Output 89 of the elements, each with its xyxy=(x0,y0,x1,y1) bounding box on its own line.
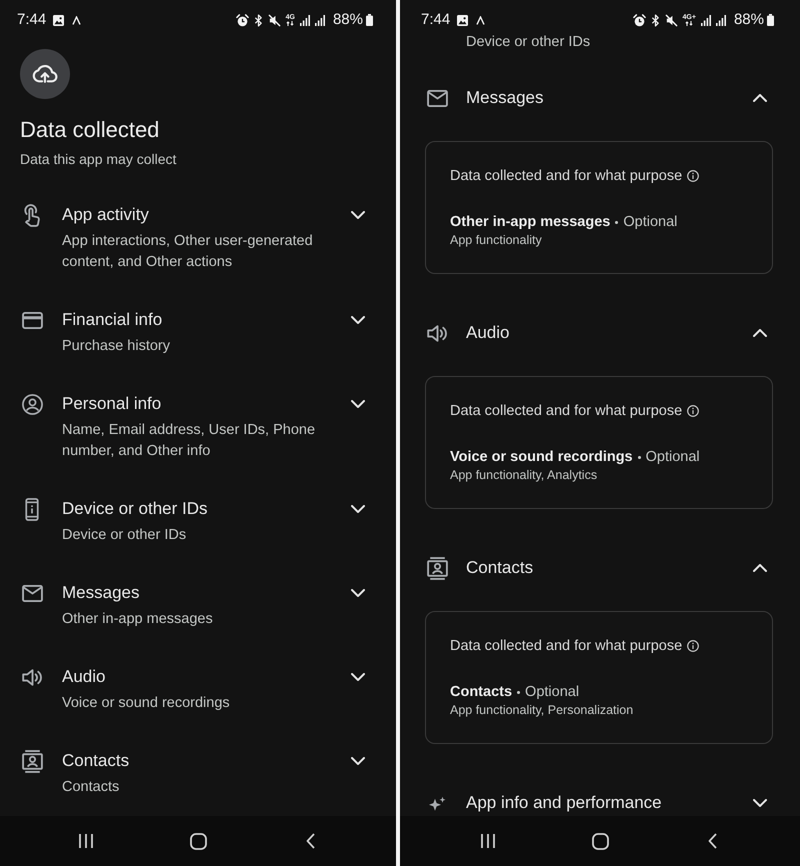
requirement-label: Optional xyxy=(646,448,700,467)
purpose-list: App functionality xyxy=(450,232,748,249)
data-arrows-icon xyxy=(286,21,294,26)
requirement-label: Optional xyxy=(525,683,580,702)
data-arrows-icon xyxy=(685,21,694,26)
card-heading: Data collected and for what purpose xyxy=(450,637,682,656)
category-description: App interactions, Other user-generated content, and Other actions xyxy=(62,232,314,272)
speaker-icon xyxy=(427,324,447,342)
category-title[interactable]: App activity xyxy=(62,202,328,228)
category-description: Device or other IDs xyxy=(465,33,592,52)
chevron-down-icon[interactable] xyxy=(351,505,365,513)
chevron-down-icon[interactable] xyxy=(351,400,365,408)
image-icon xyxy=(53,14,64,26)
phone-info-icon xyxy=(25,498,39,520)
speaker-icon xyxy=(22,668,42,686)
alarm-clock-icon xyxy=(236,14,249,26)
category-title[interactable]: Personal info xyxy=(62,391,328,417)
category-description: Other in-app messages xyxy=(62,610,214,629)
clock-time: 7:44 xyxy=(421,10,450,30)
chevron-down-icon[interactable] xyxy=(351,211,365,219)
back-icon[interactable] xyxy=(306,833,314,849)
category-title[interactable]: Audio xyxy=(466,322,731,344)
alarm-clock-icon xyxy=(632,14,646,26)
requirement-label: Optional xyxy=(623,213,678,232)
muted-speaker-icon xyxy=(268,14,281,26)
chevron-up-icon[interactable] xyxy=(753,564,767,572)
info-icon[interactable] xyxy=(687,405,700,417)
person-circle-icon xyxy=(22,394,42,414)
category-title[interactable]: Financial info xyxy=(62,307,328,333)
page-subtitle: Data this app may collect xyxy=(20,150,178,169)
chevron-down-icon[interactable] xyxy=(351,673,365,681)
chevron-down-icon[interactable] xyxy=(351,589,365,597)
signal-icon xyxy=(700,14,711,26)
info-icon[interactable] xyxy=(687,640,700,652)
info-icon[interactable] xyxy=(687,170,700,182)
category-title[interactable]: Messages xyxy=(62,580,328,606)
recent-apps-icon[interactable] xyxy=(480,833,496,849)
bluetooth-icon xyxy=(254,14,263,26)
chevron-down-icon[interactable] xyxy=(351,757,365,765)
separator-dot-icon xyxy=(638,456,641,458)
data-type-name: Voice or sound recordings xyxy=(450,448,633,467)
caret-up-icon xyxy=(72,16,82,24)
category-description: Contacts xyxy=(62,778,120,797)
bluetooth-icon xyxy=(650,14,660,26)
clock-time: 7:44 xyxy=(17,10,46,30)
purpose-list: App functionality, Analytics xyxy=(450,467,748,484)
category-description: Purchase history xyxy=(62,337,171,356)
battery-icon xyxy=(366,14,373,26)
credit-card-icon xyxy=(22,312,42,328)
envelope-icon xyxy=(22,584,42,602)
page-title: Data collected xyxy=(20,116,160,144)
purpose-list: App functionality, Personalization xyxy=(450,702,748,719)
chevron-down-icon[interactable] xyxy=(351,316,365,324)
category-title[interactable]: App info and performance xyxy=(466,792,731,814)
home-icon[interactable] xyxy=(190,832,206,850)
signal-icon xyxy=(716,14,726,26)
category-title[interactable]: Device or other IDs xyxy=(62,496,328,522)
category-description: Name, Email address, User IDs, Phone number, and Other info xyxy=(62,421,316,461)
signal-icon xyxy=(300,14,310,26)
category-description: Device or other IDs xyxy=(62,526,188,545)
caret-up-icon xyxy=(476,16,486,24)
category-title[interactable]: Audio xyxy=(62,664,328,690)
home-icon[interactable] xyxy=(592,832,608,850)
envelope-icon xyxy=(426,90,448,106)
category-title[interactable]: Contacts xyxy=(62,748,328,774)
back-icon[interactable] xyxy=(708,833,716,849)
data-type-name: Other in-app messages xyxy=(450,213,610,232)
chevron-up-icon[interactable] xyxy=(753,329,767,337)
card-heading: Data collected and for what purpose xyxy=(450,402,682,421)
battery-icon xyxy=(767,14,774,26)
category-description: Voice or sound recordings xyxy=(62,694,231,713)
chevron-up-icon[interactable] xyxy=(753,94,767,102)
separator-dot-icon xyxy=(517,690,520,694)
card-heading: Data collected and for what purpose xyxy=(450,167,682,186)
category-title[interactable]: Contacts xyxy=(466,557,731,579)
data-type-name: Contacts xyxy=(450,683,512,702)
chevron-down-icon[interactable] xyxy=(753,799,767,807)
recent-apps-icon[interactable] xyxy=(78,833,94,849)
battery-percentage: 88% xyxy=(332,10,363,30)
contact-card-icon xyxy=(22,750,42,772)
separator-dot-icon xyxy=(615,220,618,224)
cloud-upload-icon xyxy=(20,49,70,99)
signal-icon xyxy=(314,14,325,26)
sparkle-icon xyxy=(428,796,446,810)
muted-speaker-icon xyxy=(664,14,678,26)
category-title[interactable]: Messages xyxy=(466,87,731,109)
contact-card-icon xyxy=(426,556,448,580)
image-icon xyxy=(457,14,468,26)
battery-percentage: 88% xyxy=(734,10,764,30)
